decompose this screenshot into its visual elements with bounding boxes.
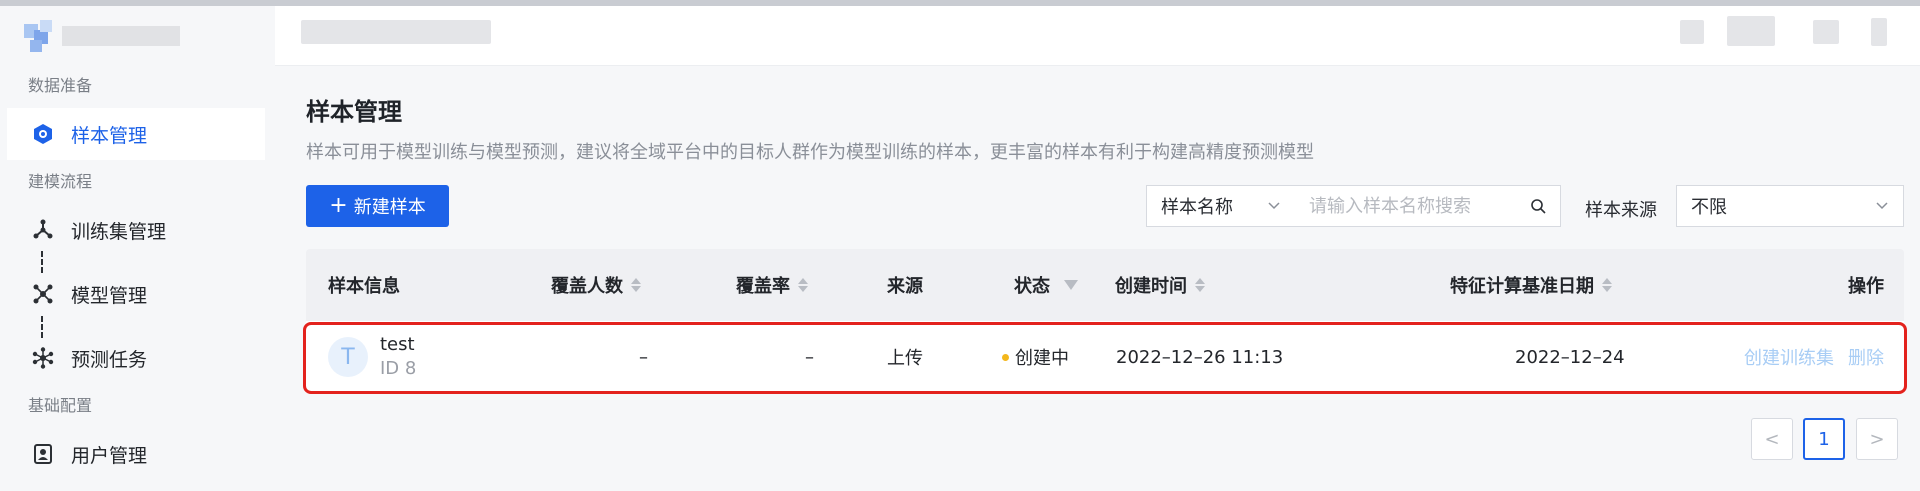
column-header-label: 特征计算基准日期 [1450,276,1594,297]
column-header-actions: 操作 [1848,249,1884,321]
search-field-select[interactable]: 样本名称 [1146,185,1296,227]
status-cell: 创建中 [1002,321,1069,393]
coverage-rate-cell: – [805,346,814,368]
column-header-status[interactable]: 状态 [1014,249,1078,321]
sidebar-item-label: 预测任务 [71,348,148,371]
sort-icon[interactable] [1602,278,1612,292]
section-label-data-prep: 数据准备 [28,76,93,95]
column-header-label: 来源 [887,276,923,297]
sample-name[interactable]: test [380,333,416,357]
column-header-label: 状态 [1014,276,1050,297]
main-content: 样本管理 样本可用于模型训练与模型预测，建议将全域平台中的目标人群作为模型训练的… [275,66,1920,491]
chevron-down-icon [1876,202,1888,210]
source-cell: 上传 [887,348,923,369]
column-header-label: 操作 [1848,276,1884,297]
sample-id: ID 8 [380,358,417,379]
redacted-header-icon[interactable] [1813,20,1839,44]
redacted-header-icon[interactable] [1727,16,1775,46]
search-icon[interactable] [1530,198,1546,214]
section-label-modeling: 建模流程 [28,172,93,191]
sort-icon[interactable] [798,278,808,292]
sidebar: 数据准备 样本管理 建模流程 训练集管理 模型管理 预测任务 基础配置 用户管理 [0,6,275,491]
sidebar-item-users[interactable]: 用户管理 [7,428,265,480]
source-filter-value: 不限 [1691,197,1727,218]
filter-icon[interactable] [1064,280,1078,290]
page-title: 样本管理 [306,98,402,126]
prediction-icon [29,344,57,372]
sample-info-cell: T test ID 8 [328,321,416,393]
column-header-created-at[interactable]: 创建时间 [1115,249,1205,321]
pagination-prev-button[interactable]: < [1751,418,1793,460]
sample-icon [29,120,57,148]
column-header-label: 创建时间 [1115,276,1187,297]
search-box[interactable] [1295,185,1561,227]
created-at-cell: 2022–12–26 11:13 [1116,346,1284,368]
sort-icon[interactable] [631,278,641,292]
section-label-basic-config: 基础配置 [28,396,93,415]
column-header-info: 样本信息 [328,249,400,321]
source-filter-select[interactable]: 不限 [1676,185,1904,227]
table-header: 样本信息 覆盖人数 覆盖率 来源 状态 创建时间 特征计算基准日期 操作 [306,249,1904,321]
sidebar-item-models[interactable]: 模型管理 [7,268,265,320]
sidebar-item-training-sets[interactable]: 训练集管理 [7,204,265,256]
sidebar-item-predictions[interactable]: 预测任务 [7,332,265,384]
sidebar-item-label: 样本管理 [71,124,148,147]
sample-table: 样本信息 覆盖人数 覆盖率 来源 状态 创建时间 特征计算基准日期 操作 T t… [303,249,1907,394]
search-input[interactable] [1309,195,1509,217]
redacted-header-icon[interactable] [1871,18,1887,46]
status-text: 创建中 [1015,348,1069,369]
column-header-coverage-count[interactable]: 覆盖人数 [551,249,641,321]
sidebar-item-label: 训练集管理 [71,220,167,243]
user-icon [29,440,57,468]
top-header [275,6,1920,66]
search-field-value: 样本名称 [1161,197,1233,218]
training-set-icon [29,216,57,244]
row-highlight-box [303,322,1907,394]
column-header-label: 样本信息 [328,276,400,297]
chevron-down-icon [1268,202,1280,210]
column-header-label: 覆盖人数 [551,276,623,297]
sort-icon[interactable] [1195,278,1205,292]
new-sample-button[interactable]: + 新建样本 [306,185,449,227]
coverage-count-cell: – [639,346,648,368]
avatar: T [328,337,368,377]
sidebar-item-label: 模型管理 [71,284,148,307]
pagination-next-button[interactable]: > [1856,418,1898,460]
column-header-coverage-rate[interactable]: 覆盖率 [736,249,808,321]
pagination-page-1[interactable]: 1 [1803,418,1845,460]
plus-icon: + [329,193,348,218]
column-header-feature-date[interactable]: 特征计算基准日期 [1450,249,1612,321]
actions-cell: 创建训练集 删除 [1744,321,1884,393]
feature-date-cell: 2022–12–24 [1515,346,1625,368]
sidebar-item-label: 用户管理 [71,444,148,467]
create-training-set-link[interactable]: 创建训练集 [1744,344,1834,370]
delete-link[interactable]: 删除 [1848,344,1884,370]
page-description: 样本可用于模型训练与模型预测，建议将全域平台中的目标人群作为模型训练的样本，更丰… [306,142,1314,163]
status-dot-icon [1002,353,1009,361]
column-header-label: 覆盖率 [736,276,790,297]
redacted-breadcrumb [301,20,491,44]
app-logo [24,20,182,56]
redacted-header-icon[interactable] [1680,20,1704,44]
column-header-source: 来源 [887,249,923,321]
sidebar-item-samples[interactable]: 样本管理 [7,108,265,160]
table-row[interactable]: T test ID 8 – – 上传 创建中 2022–12–26 11:13 … [303,321,1907,394]
model-icon [29,280,57,308]
new-sample-label: 新建样本 [353,197,426,218]
source-filter-label: 样本来源 [1585,200,1657,221]
